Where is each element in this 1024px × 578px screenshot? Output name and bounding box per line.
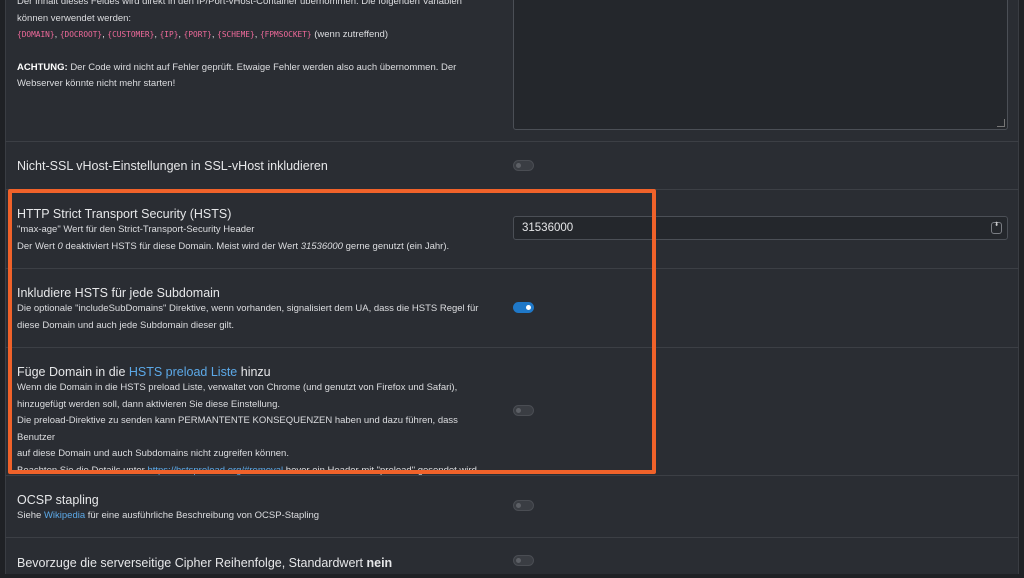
- setting-description: Die preload-Direktive zu senden kann PER…: [17, 415, 458, 443]
- variables-suffix: (wenn zutreffend): [314, 29, 389, 40]
- setting-title: OCSP stapling: [17, 493, 99, 507]
- input-value: 31536000: [522, 222, 574, 234]
- custom-vhost-description: Der Inhalt dieses Feldes wird direkt in …: [17, 0, 497, 93]
- text-part: Beachten Sie die Details unter: [17, 464, 148, 476]
- toggle-knob: [516, 408, 521, 413]
- toggle-knob: [526, 305, 531, 310]
- hsts-subdomains-toggle[interactable]: [513, 302, 534, 313]
- text-part: bevor ein Header mit "preload" gesendet …: [283, 464, 480, 476]
- warning-label: ACHTUNG:: [17, 61, 68, 73]
- cipher-order-toggle[interactable]: [513, 555, 534, 566]
- text-part: Der Wert: [17, 240, 58, 252]
- setting-description: "max-age" Wert für den Strict-Transport-…: [17, 224, 255, 235]
- setting-title: Nicht-SSL vHost-Einstellungen in SSL-vHo…: [17, 159, 328, 173]
- setting-row-cipher-order: Bevorzuge die serverseitige Cipher Reihe…: [5, 538, 1019, 578]
- text-part: 31536000: [300, 240, 343, 252]
- setting-title: HTTP Strict Transport Security (HSTS): [17, 207, 232, 221]
- setting-description: diese Domain und auch jede Subdomain die…: [17, 319, 235, 331]
- spinner-arrows-icon[interactable]: ⬍: [991, 222, 1002, 234]
- setting-description: hinzugefügt werden soll, dann aktivieren…: [17, 398, 280, 410]
- variable-token: {FPMSOCKET}: [259, 30, 312, 39]
- text-part: hinzu: [237, 365, 271, 379]
- text-part: deaktiviert HSTS für diese Domain. Meist…: [62, 240, 301, 252]
- toggle-knob: [516, 558, 521, 563]
- description-line: Der Inhalt dieses Feldes wird direkt in …: [17, 0, 462, 7]
- setting-description: Wenn die Domain in die HSTS preload List…: [17, 382, 458, 393]
- custom-vhost-textarea[interactable]: [513, 0, 1008, 130]
- setting-row-hsts: HTTP Strict Transport Security (HSTS) "m…: [5, 190, 1019, 269]
- description-line: können verwendet werden:: [17, 12, 132, 24]
- setting-description: Der Wert 0 deaktiviert HSTS für diese Do…: [17, 239, 497, 256]
- warning-text: Der Code wird nicht auf Fehler geprüft. …: [70, 61, 457, 73]
- variable-token: {SCHEME}: [217, 30, 255, 39]
- setting-description: auf diese Domain und auch Subdomains nic…: [17, 448, 289, 459]
- hsts-max-age-input[interactable]: 31536000 ⬍: [513, 216, 1008, 240]
- setting-description: Siehe Wikipedia für eine ausführliche Be…: [17, 508, 497, 525]
- setting-description: Die optionale "includeSubDomains" Direkt…: [17, 303, 479, 314]
- setting-title: Inkludiere HSTS für jede Subdomain: [17, 286, 220, 300]
- variable-token: {DOMAIN}: [17, 30, 55, 39]
- warning-text: Webserver könnte nicht mehr starten!: [17, 78, 176, 89]
- ocsp-stapling-toggle[interactable]: [513, 500, 534, 511]
- wikipedia-link[interactable]: Wikipedia: [44, 510, 85, 521]
- hsts-preload-list-link[interactable]: HSTS preload Liste: [129, 365, 237, 379]
- hsts-preload-toggle[interactable]: [513, 405, 534, 416]
- variable-token: {PORT}: [183, 30, 212, 39]
- text-part: nein: [366, 556, 393, 570]
- setting-row-custom-vhost: Der Inhalt dieses Feldes wird direkt in …: [5, 0, 1019, 142]
- variables-list: {DOMAIN}, {DOCROOT}, {CUSTOMER}, {IP}, {…: [17, 29, 389, 40]
- text-part: Siehe: [17, 510, 44, 521]
- variable-token: {DOCROOT}: [59, 30, 103, 39]
- setting-row-ocsp: OCSP stapling Siehe Wikipedia für eine a…: [5, 476, 1019, 538]
- setting-row-nonssl-include: Nicht-SSL vHost-Einstellungen in SSL-vHo…: [5, 142, 1019, 190]
- setting-row-hsts-subdomains: Inkludiere HSTS für jede Subdomain Die o…: [5, 269, 1019, 348]
- nonssl-include-toggle[interactable]: [513, 160, 534, 171]
- text-part: Füge Domain in die: [17, 365, 129, 379]
- text-part: gerne genutzt (ein Jahr).: [342, 240, 450, 252]
- hstspreload-removal-link[interactable]: https://hstspreload.org/#removal: [147, 465, 283, 476]
- warning-line: ACHTUNG: Der Code wird nicht auf Fehler …: [17, 60, 497, 77]
- setting-row-hsts-preload: Füge Domain in die HSTS preload Liste hi…: [5, 348, 1019, 476]
- setting-title: Füge Domain in die HSTS preload Liste hi…: [17, 364, 497, 380]
- setting-title: Bevorzuge die serverseitige Cipher Reihe…: [17, 555, 497, 571]
- variable-token: {IP}: [159, 30, 179, 39]
- text-part: für eine ausführliche Beschreibung von O…: [85, 510, 320, 521]
- spinner-symbol: ⬍: [993, 222, 1000, 228]
- variable-token: {CUSTOMER}: [107, 30, 155, 39]
- toggle-knob: [516, 163, 521, 168]
- resize-grip-icon[interactable]: [997, 119, 1005, 127]
- toggle-knob: [516, 503, 521, 508]
- text-part: Bevorzuge die serverseitige Cipher Reihe…: [17, 556, 367, 570]
